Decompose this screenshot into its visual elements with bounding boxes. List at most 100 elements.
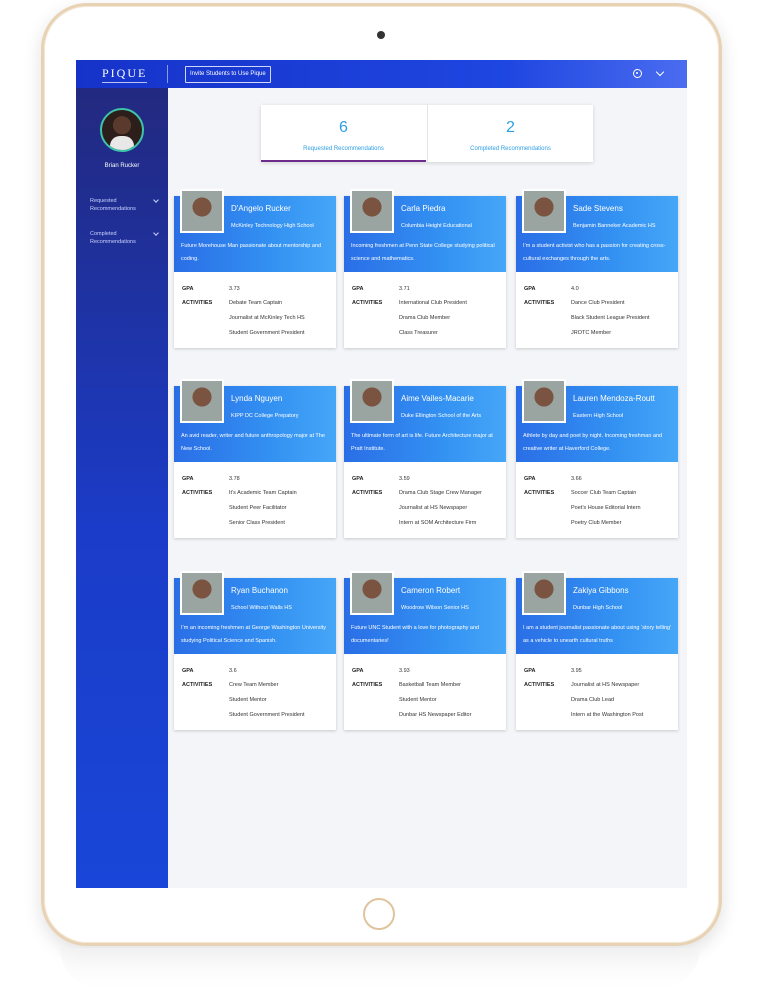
gpa-value: 3.6 xyxy=(229,668,237,674)
student-name[interactable]: Sade Stevens xyxy=(573,204,623,213)
card-header: Aime Vailes-Macarie Duke Ellington School… xyxy=(344,379,506,462)
requested-label: Requested Recommendations xyxy=(303,146,384,152)
student-card[interactable]: D'Angelo Rucker McKinley Technology High … xyxy=(174,189,336,348)
student-photo xyxy=(350,379,394,423)
gpa-value: 4.0 xyxy=(571,286,579,292)
completed-count: 2 xyxy=(506,119,515,136)
student-name[interactable]: Lynda Nguyen xyxy=(231,394,282,403)
activity-item: Poet’s House Editorial Intern xyxy=(571,505,641,511)
student-school: KIPP DC College Prepatory xyxy=(231,413,299,419)
activity-item: Drama Club Member xyxy=(399,315,451,321)
student-school: Duke Ellington School of the Arts xyxy=(401,413,482,419)
activity-item: Dance Club President xyxy=(571,300,625,306)
student-bio: I’m a student activist who has a passion… xyxy=(523,243,666,262)
completed-label: Completed Recommendations xyxy=(470,146,551,152)
student-card[interactable]: Ryan Buchanon School Without Walls HS I’m … xyxy=(174,571,336,730)
invite-students-button[interactable]: Invite Students to Use Pique xyxy=(185,66,271,83)
student-school: Woodrow Wilson Senior HS xyxy=(401,605,469,611)
student-bio: An avid reader, writer and future anthro… xyxy=(181,433,325,452)
student-card[interactable]: Cameron Robert Woodrow Wilson Senior HS Fu… xyxy=(344,571,506,730)
gpa-label: GPA xyxy=(524,668,536,674)
student-school: Eastern High School xyxy=(573,413,624,419)
card-header: D'Angelo Rucker McKinley Technology High … xyxy=(174,189,336,272)
card-header: Sade Stevens Benjamin Banneker Academic H… xyxy=(516,189,678,272)
student-name[interactable]: Ryan Buchanon xyxy=(231,586,288,595)
gpa-label: GPA xyxy=(352,286,364,292)
chevron-down-icon[interactable] xyxy=(655,67,665,77)
activity-item: Journalist at HS Newspaper xyxy=(399,505,468,511)
activities-label: ACTIVITIES xyxy=(182,490,213,496)
student-name[interactable]: Cameron Robert xyxy=(401,586,460,595)
student-bio: Athlete by day and poet by night. Incomi… xyxy=(523,433,663,452)
activities-label: ACTIVITIES xyxy=(524,300,555,306)
activity-item: Student Peer Facilitator xyxy=(229,505,287,511)
activity-item: JROTC Member xyxy=(571,330,612,336)
activity-item: Black Student League President xyxy=(571,315,650,321)
settings-icon[interactable] xyxy=(633,69,642,78)
activity-item: Student Government President xyxy=(229,712,305,718)
pique-logo[interactable]: PIQUE xyxy=(102,66,148,83)
student-name[interactable]: Lauren Mendoza-Routt xyxy=(573,394,655,403)
activity-item: Dunbar HS Newspaper Editor xyxy=(399,712,472,718)
student-card[interactable]: Carla Piedra Columbia Height Educational I… xyxy=(344,189,506,348)
home-button[interactable] xyxy=(363,898,395,930)
avatar[interactable] xyxy=(100,108,144,152)
activity-item: Class Treasurer xyxy=(399,330,438,336)
student-photo xyxy=(522,571,566,615)
gpa-label: GPA xyxy=(524,286,536,292)
gpa-label: GPA xyxy=(352,668,364,674)
student-bio: Future UNC Student with a love for photo… xyxy=(351,625,480,644)
topbar-divider xyxy=(167,65,168,83)
activity-item: Crew Team Member xyxy=(229,682,279,688)
student-name[interactable]: Zakiya Gibbons xyxy=(573,586,629,595)
student-name[interactable]: D'Angelo Rucker xyxy=(231,204,291,213)
student-card[interactable]: Zakiya Gibbons Dunbar High School I am a s… xyxy=(516,571,678,730)
student-photo xyxy=(522,189,566,233)
card-header: Ryan Buchanon School Without Walls HS I’m … xyxy=(174,571,336,654)
student-school: Columbia Height Educational xyxy=(401,223,472,229)
activity-item: Student Mentor xyxy=(229,697,267,703)
card-header: Zakiya Gibbons Dunbar High School I am a s… xyxy=(516,571,678,654)
activities-label: ACTIVITIES xyxy=(182,300,213,306)
student-name[interactable]: Carla Piedra xyxy=(401,204,445,213)
activity-item: Drama Club Stage Crew Manager xyxy=(399,490,482,496)
activity-item: Journalist at McKinley Tech HS xyxy=(229,315,305,321)
student-school: School Without Walls HS xyxy=(231,605,292,611)
student-school: McKinley Technology High School xyxy=(231,223,314,229)
device-reflection xyxy=(60,948,700,988)
chevron-down-icon xyxy=(153,197,159,203)
tab-requested-recommendations[interactable]: 6 Requested Recommendations xyxy=(261,105,426,162)
activity-item: It’s Academic Team Captain xyxy=(229,490,297,496)
gpa-label: GPA xyxy=(182,668,194,674)
student-bio: Incoming freshmen at Penn State College … xyxy=(351,243,495,262)
sidebar-item-completed[interactable]: Completed Recommendations xyxy=(90,230,160,246)
gpa-value: 3.59 xyxy=(399,476,410,482)
student-card[interactable]: Lauren Mendoza-Routt Eastern High School A… xyxy=(516,379,678,538)
activities-label: ACTIVITIES xyxy=(352,300,383,306)
student-card[interactable]: Lynda Nguyen KIPP DC College Prepatory An … xyxy=(174,379,336,538)
activity-item: Debate Team Captain xyxy=(229,300,283,306)
gpa-label: GPA xyxy=(524,476,536,482)
activity-item: International Club President xyxy=(399,300,467,306)
student-photo xyxy=(180,379,224,423)
student-photo xyxy=(180,189,224,233)
activities-label: ACTIVITIES xyxy=(524,490,555,496)
student-bio: Future Morehouse Man passionate about me… xyxy=(181,243,322,262)
gpa-value: 3.93 xyxy=(399,668,410,674)
tab-completed-recommendations[interactable]: 2 Completed Recommendations xyxy=(428,105,593,162)
card-header: Lynda Nguyen KIPP DC College Prepatory An … xyxy=(174,379,336,462)
sidebar-item-requested[interactable]: Requested Recommendations xyxy=(90,197,160,213)
student-school: Dunbar High School xyxy=(573,605,623,611)
gpa-value: 3.71 xyxy=(399,286,410,292)
requested-count: 6 xyxy=(339,119,348,136)
chevron-down-icon xyxy=(153,230,159,236)
student-photo xyxy=(350,571,394,615)
app-screen: PIQUE Invite Students to Use Pique Brian… xyxy=(76,60,687,888)
student-card[interactable]: Sade Stevens Benjamin Banneker Academic H… xyxy=(516,189,678,348)
activity-item: Journalist at HS Newspaper xyxy=(571,682,640,688)
student-name[interactable]: Aime Vailes-Macarie xyxy=(401,394,474,403)
student-card[interactable]: Aime Vailes-Macarie Duke Ellington School… xyxy=(344,379,506,538)
gpa-label: GPA xyxy=(182,286,194,292)
gpa-value: 3.66 xyxy=(571,476,582,482)
activities-label: ACTIVITIES xyxy=(352,682,383,688)
